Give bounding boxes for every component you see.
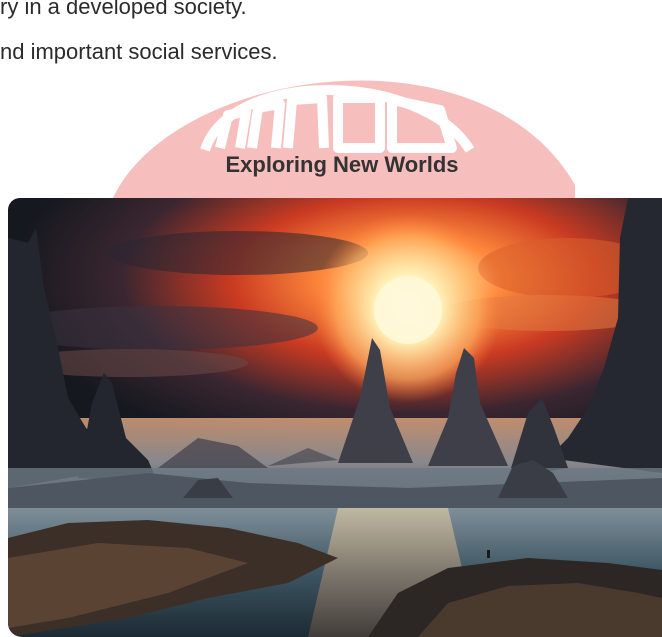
body-text-line-2: nd important social services. — [0, 39, 278, 64]
landscape-illustration — [8, 198, 662, 637]
section-title: Exploring New Worlds — [225, 152, 459, 177]
body-text-line-1: ry in a developed society. — [0, 0, 247, 19]
explorer-figure — [487, 550, 490, 558]
landscape-image — [8, 198, 662, 637]
watermark-emblem-icon — [200, 85, 475, 153]
